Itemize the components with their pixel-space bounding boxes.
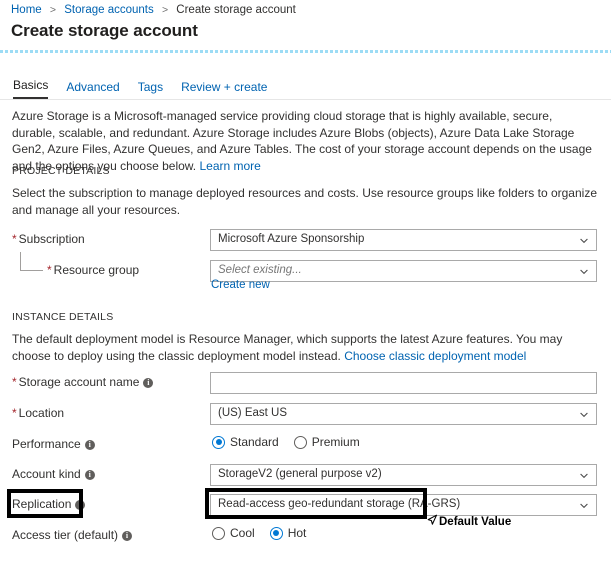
intro-text: Azure Storage is a Microsoft-managed ser… <box>12 109 592 173</box>
tab-tags[interactable]: Tags <box>138 80 163 99</box>
breadcrumb-separator: > <box>50 4 56 16</box>
resource-group-label-text: Resource group <box>54 263 139 277</box>
access-tier-option-cool[interactable]: Cool <box>212 526 255 540</box>
storage-account-name-label-text: Storage account name <box>19 375 140 389</box>
replication-label: Replication i <box>12 497 85 511</box>
required-asterisk: * <box>12 375 17 389</box>
location-label: *Location <box>12 406 64 420</box>
radio-icon <box>212 527 225 540</box>
tab-bar: Basics Advanced Tags Review + create <box>13 78 267 99</box>
create-new-resource-group-link[interactable]: Create new <box>211 279 270 291</box>
resource-group-placeholder: Select existing... <box>218 264 302 276</box>
info-icon[interactable]: i <box>85 440 95 450</box>
resource-group-label: *Resource group <box>47 263 139 277</box>
chevron-down-icon <box>580 237 588 245</box>
learn-more-link[interactable]: Learn more <box>199 159 260 173</box>
info-icon[interactable]: i <box>143 378 153 388</box>
access-tier-radio-group: Cool Hot <box>212 526 306 540</box>
instance-details-heading: INSTANCE DETAILS <box>12 311 113 323</box>
performance-option-premium-label: Premium <box>312 435 360 449</box>
project-details-heading: PROJECT DETAILS <box>12 165 110 177</box>
cursor-arrow-icon <box>427 514 438 530</box>
choose-classic-deployment-model-link[interactable]: Choose classic deployment model <box>344 349 526 363</box>
replication-label-text: Replication <box>12 497 71 511</box>
account-kind-label: Account kind i <box>12 467 95 481</box>
tab-basics[interactable]: Basics <box>13 78 48 99</box>
breadcrumb-item-home[interactable]: Home <box>11 4 42 16</box>
info-icon[interactable]: i <box>85 470 95 480</box>
field-row-performance: Performance i Standard Premium <box>0 434 611 458</box>
performance-option-premium[interactable]: Premium <box>294 435 360 449</box>
breadcrumb-separator: > <box>162 4 168 16</box>
required-asterisk: * <box>47 263 52 277</box>
header-divider <box>0 50 611 53</box>
field-row-location: *Location (US) East US <box>0 403 611 427</box>
radio-icon <box>212 436 225 449</box>
subscription-dropdown[interactable]: Microsoft Azure Sponsorship <box>210 229 597 251</box>
field-row-storage-account-name: *Storage account namei <box>0 372 611 396</box>
page-title: Create storage account <box>11 21 198 41</box>
access-tier-label: Access tier (default) i <box>12 528 132 542</box>
account-kind-dropdown[interactable]: StorageV2 (general purpose v2) <box>210 464 597 486</box>
access-tier-option-cool-label: Cool <box>230 526 255 540</box>
chevron-down-icon <box>580 502 588 510</box>
storage-account-name-label: *Storage account namei <box>12 375 153 389</box>
performance-label: Performance i <box>12 437 95 451</box>
storage-account-name-input[interactable] <box>210 372 597 394</box>
replication-dropdown[interactable]: Read-access geo-redundant storage (RA-GR… <box>210 494 597 516</box>
access-tier-option-hot[interactable]: Hot <box>270 526 307 540</box>
chevron-down-icon <box>580 411 588 419</box>
field-row-subscription: *Subscription Microsoft Azure Sponsorshi… <box>0 229 611 253</box>
breadcrumb: Home > Storage accounts > Create storage… <box>11 3 296 17</box>
radio-icon <box>294 436 307 449</box>
account-kind-label-text: Account kind <box>12 467 81 481</box>
annotation-default-value-text: Default Value <box>439 516 511 528</box>
info-icon[interactable]: i <box>75 500 85 510</box>
chevron-down-icon <box>580 268 588 276</box>
subscription-label: *Subscription <box>12 232 85 246</box>
annotation-default-value-callout: Default Value <box>427 514 511 530</box>
required-asterisk: * <box>12 232 17 246</box>
chevron-down-icon <box>580 472 588 480</box>
performance-option-standard[interactable]: Standard <box>212 435 279 449</box>
project-details-description: Select the subscription to manage deploy… <box>12 185 597 218</box>
create-storage-account-page: Home > Storage accounts > Create storage… <box>0 0 611 569</box>
field-row-resource-group: *Resource group Select existing... <box>0 260 611 284</box>
field-row-account-kind: Account kind i StorageV2 (general purpose… <box>0 464 611 488</box>
subscription-value: Microsoft Azure Sponsorship <box>218 233 364 245</box>
breadcrumb-item-storage-accounts[interactable]: Storage accounts <box>64 4 154 16</box>
field-row-access-tier: Access tier (default) i Cool Hot <box>0 525 611 549</box>
tree-connector <box>20 252 43 271</box>
account-kind-value: StorageV2 (general purpose v2) <box>218 468 382 480</box>
required-asterisk: * <box>12 406 17 420</box>
tab-bar-rule <box>0 99 611 100</box>
location-label-text: Location <box>19 406 64 420</box>
performance-option-standard-label: Standard <box>230 435 279 449</box>
instance-details-description: The default deployment model is Resource… <box>12 331 597 364</box>
performance-radio-group: Standard Premium <box>212 435 360 449</box>
tab-advanced[interactable]: Advanced <box>66 80 119 99</box>
radio-icon <box>270 527 283 540</box>
performance-label-text: Performance <box>12 437 81 451</box>
access-tier-option-hot-label: Hot <box>288 526 307 540</box>
location-dropdown[interactable]: (US) East US <box>210 403 597 425</box>
field-row-replication: Replication i Read-access geo-redundant s… <box>0 494 611 518</box>
location-value: (US) East US <box>218 407 287 419</box>
subscription-label-text: Subscription <box>19 232 85 246</box>
tab-review-create[interactable]: Review + create <box>181 80 267 99</box>
breadcrumb-item-current: Create storage account <box>176 4 296 16</box>
access-tier-label-text: Access tier (default) <box>12 528 118 542</box>
info-icon[interactable]: i <box>122 531 132 541</box>
replication-value: Read-access geo-redundant storage (RA-GR… <box>218 498 460 510</box>
